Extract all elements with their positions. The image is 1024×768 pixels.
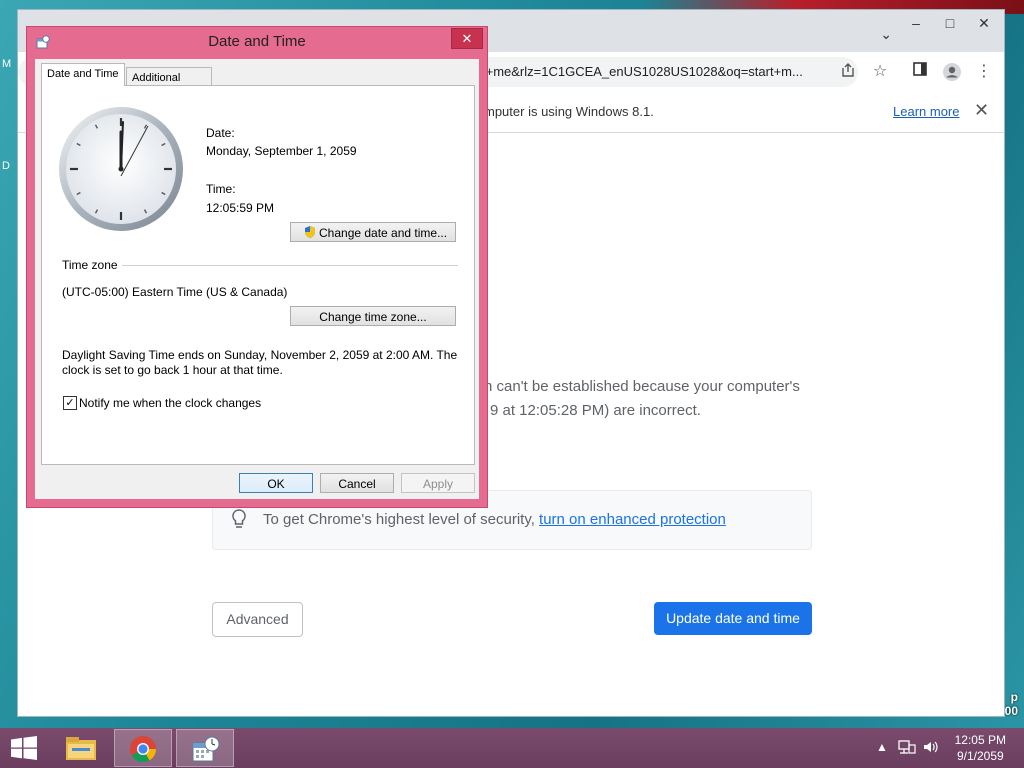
time-value: 12:05:59 PM	[206, 201, 275, 215]
desktop-icon-labels: M D	[2, 58, 11, 262]
chrome-icon	[130, 736, 157, 763]
show-hidden-icons-chevron-icon[interactable]: ▲	[876, 740, 888, 754]
volume-icon[interactable]	[922, 739, 940, 755]
learn-more-link[interactable]: Learn more	[893, 104, 959, 119]
windows-start-icon[interactable]	[10, 736, 38, 760]
dialog-close-button[interactable]: ✕	[451, 28, 483, 49]
side-panel-icon[interactable]	[910, 62, 930, 82]
file-explorer-icon	[66, 737, 96, 760]
taskbar-clock-time: 12:05 PM	[954, 733, 1006, 747]
change-time-zone-button[interactable]: Change time zone...	[290, 306, 456, 326]
share-icon[interactable]	[838, 62, 858, 82]
advanced-button[interactable]: Advanced	[212, 602, 303, 637]
bookmark-star-icon[interactable]: ☆	[870, 62, 890, 82]
taskbar-clock[interactable]: 12:05 PM 9/1/2059	[955, 732, 1006, 764]
notify-checkbox[interactable]: ✓	[63, 396, 77, 410]
taskbar-date-time-control-panel[interactable]	[176, 729, 234, 767]
ok-button[interactable]: OK	[239, 473, 313, 493]
date-time-dialog: Date and Time ✕ Date and Time Additional…	[26, 26, 488, 508]
time-zone-divider	[122, 265, 458, 266]
address-bar-url[interactable]: t+me&rlz=1C1GCEA_enUS1028US1028&oq=start…	[482, 64, 803, 79]
profile-avatar-icon[interactable]	[942, 62, 962, 82]
desktop-icon-label[interactable]: M	[2, 58, 11, 70]
apply-button[interactable]: Apply	[401, 473, 475, 493]
dialog-body: Date and Time Additional Clocks	[35, 59, 479, 499]
date-time-tab-panel: Date: Monday, September 1, 2059 Time: 12…	[41, 85, 475, 465]
date-value: Monday, September 1, 2059	[206, 144, 357, 158]
time-label: Time:	[206, 182, 236, 196]
time-zone-heading: Time zone	[62, 258, 118, 272]
network-icon[interactable]	[898, 739, 916, 755]
date-time-icon	[192, 736, 220, 762]
taskbar: ▲ 12:05 PM 9/1/2059	[0, 728, 1024, 768]
dst-info-line1: Daylight Saving Time ends on Sunday, Nov…	[62, 348, 458, 362]
taskbar-chrome[interactable]	[114, 729, 172, 767]
error-description-line2: 9 at 12:05:28 PM) are incorrect.	[490, 402, 701, 419]
menu-kebab-icon[interactable]: ⋮	[974, 62, 994, 82]
cancel-button[interactable]: Cancel	[320, 473, 394, 493]
change-date-time-label: Change date and time...	[319, 226, 448, 240]
minimize-button[interactable]: –	[902, 12, 930, 34]
taskbar-file-explorer[interactable]	[52, 729, 110, 767]
tab-additional-clocks[interactable]: Additional Clocks	[126, 67, 212, 104]
dialog-title: Date and Time	[208, 33, 306, 50]
change-date-time-button[interactable]: Change date and time...	[290, 222, 456, 242]
notify-checkbox-label[interactable]: Notify me when the clock changes	[79, 396, 261, 410]
close-window-button[interactable]: ✕	[970, 12, 998, 34]
infobar-close-icon[interactable]: ✕	[974, 100, 989, 121]
time-zone-value: (UTC-05:00) Eastern Time (US & Canada)	[62, 285, 288, 299]
analog-clock-icon	[59, 107, 183, 231]
update-date-time-button[interactable]: Update date and time	[654, 602, 812, 635]
security-tip-text: To get Chrome's highest level of securit…	[263, 511, 726, 528]
date-label: Date:	[206, 126, 235, 140]
lightbulb-icon	[232, 509, 246, 528]
maximize-button[interactable]: □	[936, 12, 964, 34]
tab-search-chevron-icon[interactable]: ⌄	[880, 26, 892, 43]
dst-info-line2: clock is set to go back 1 hour at that t…	[62, 363, 283, 377]
security-tip-prefix: To get Chrome's highest level of securit…	[263, 511, 535, 528]
enhanced-protection-link[interactable]: turn on enhanced protection	[539, 511, 726, 528]
taskbar-clock-date: 9/1/2059	[956, 749, 1004, 763]
tab-date-and-time[interactable]: Date and Time	[41, 63, 125, 86]
error-description-line1: n can't be established because your comp…	[484, 378, 800, 395]
infobar-message: mputer is using Windows 8.1.	[484, 104, 654, 119]
uac-shield-icon	[305, 226, 315, 238]
desktop-icon-label[interactable]: D	[2, 160, 11, 172]
